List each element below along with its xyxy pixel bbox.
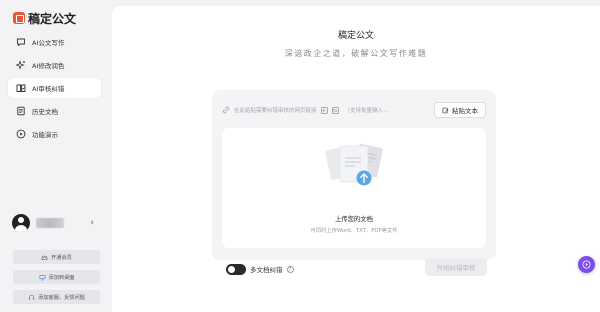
paste-text-button[interactable]: 粘贴文本	[434, 102, 486, 118]
paste-text-label: 粘贴文本	[452, 107, 478, 115]
logo-icon	[13, 12, 25, 24]
review-card: 在此粘贴需要纠错审核的网页链接 + ⇆ （支持批量输入… 粘贴文本 上传您的文档…	[212, 90, 496, 260]
book-check-icon	[16, 83, 26, 93]
monitor-icon	[39, 274, 45, 280]
avatar	[12, 214, 30, 232]
upload-hint: 可同时上传Word、TXT、PDF等文件	[310, 228, 398, 234]
page-subtitle: 深谙政企之道，破解公文写作难题	[284, 49, 428, 58]
sidebar-item-label: 历史文档	[32, 108, 58, 116]
chevron-right-icon: ›	[90, 218, 94, 228]
link-icon	[222, 106, 231, 115]
sidebar: 稿定公文 AI公文写作 AI修改润色 AI审核纠错 历史文档 功能演示 › 开通…	[0, 0, 108, 312]
batch-hint: （支持批量输入…	[344, 108, 389, 114]
sidebar-nav: AI公文写作 AI修改润色 AI审核纠错 历史文档 功能演示	[8, 32, 101, 147]
add-to-desktop-button[interactable]: 添加到桌面	[13, 270, 100, 284]
main-panel: 稿定公文 深谙政企之道，破解公文写作难题 在此粘贴需要纠错审核的网页链接 + ⇆…	[112, 6, 600, 312]
feedback-button[interactable]: 添加客服，反馈问题	[13, 290, 100, 304]
swap-icon[interactable]: ⇆	[331, 106, 339, 114]
chat-icon	[16, 37, 26, 47]
sidebar-item-label: AI审核纠错	[32, 85, 65, 93]
crown-icon	[41, 254, 48, 260]
vip-button[interactable]: 开通会员	[13, 250, 100, 264]
link-input-row[interactable]: 在此粘贴需要纠错审核的网页链接 + ⇆ （支持批量输入… 粘贴文本	[222, 101, 486, 119]
sidebar-item-label: 功能演示	[32, 131, 58, 139]
feedback-label: 添加客服，反馈问题	[38, 294, 85, 301]
add-icon[interactable]: +	[320, 106, 328, 114]
user-name-blurred	[36, 218, 64, 228]
headset-icon	[29, 294, 35, 300]
upload-illustration-icon	[325, 143, 383, 186]
page-title: 稿定公文	[337, 31, 374, 41]
upload-title: 上传您的文档	[335, 216, 373, 223]
link-input[interactable]: 在此粘贴需要纠错审核的网页链接	[234, 106, 317, 114]
sidebar-item-ai-review[interactable]: AI审核纠错	[8, 78, 101, 98]
sidebar-item-label: AI公文写作	[32, 39, 65, 47]
sidebar-item-history[interactable]: 历史文档	[8, 101, 101, 121]
sparkle-icon	[16, 60, 26, 70]
document-icon	[16, 106, 26, 116]
multi-doc-label: 多文档纠错	[250, 266, 283, 274]
sidebar-item-demo[interactable]: 功能演示	[8, 124, 101, 144]
sidebar-item-label: AI修改润色	[32, 62, 65, 70]
play-circle-icon	[582, 260, 591, 269]
vip-button-label: 开通会员	[51, 254, 72, 261]
add-to-desktop-label: 添加到桌面	[48, 274, 75, 281]
sidebar-item-ai-writing[interactable]: AI公文写作	[8, 32, 101, 52]
upload-dropzone[interactable]: 上传您的文档 可同时上传Word、TXT、PDF等文件	[222, 128, 486, 248]
start-review-button[interactable]: 开始纠错审核	[425, 258, 487, 276]
info-icon[interactable]: ?	[286, 265, 294, 273]
multi-doc-option: 多文档纠错 ?	[226, 263, 294, 275]
floating-play-button[interactable]	[578, 256, 595, 273]
user-profile[interactable]: ›	[12, 212, 102, 234]
play-icon	[16, 129, 26, 139]
sidebar-item-ai-polish[interactable]: AI修改润色	[8, 55, 101, 75]
brand[interactable]: 稿定公文	[13, 10, 76, 26]
edit-icon	[442, 107, 449, 113]
brand-name: 稿定公文	[28, 11, 77, 26]
multi-doc-toggle[interactable]	[226, 263, 246, 275]
